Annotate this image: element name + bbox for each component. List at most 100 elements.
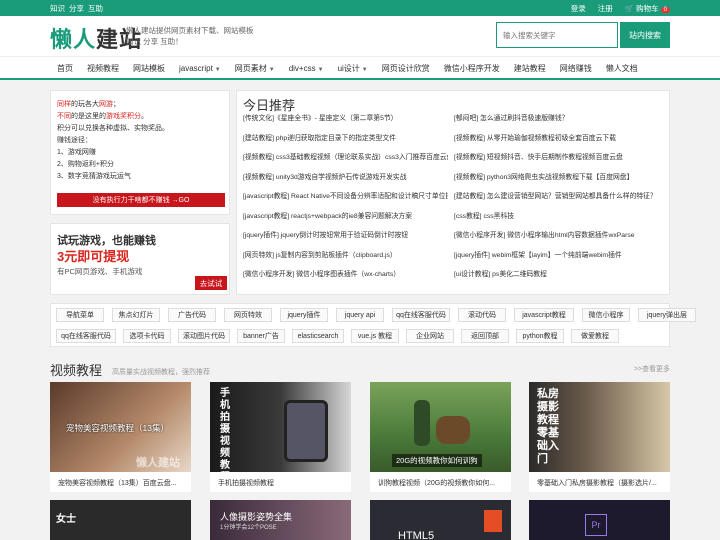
article-link[interactable]: [javascript教程] React Native不同设备分辨率适配和设计稿…	[243, 190, 448, 200]
nav-item[interactable]: 微信小程序开发	[437, 63, 507, 74]
tag-link[interactable]: vue.js 教程	[351, 329, 399, 343]
video-card[interactable]: 女士	[50, 500, 191, 540]
video-card[interactable]: 手机拍摄视频教程 手机拍摄视频教程	[210, 382, 351, 492]
promo-go-button[interactable]: 没有执行力干啥都不赚钱 →GO	[57, 193, 225, 207]
section-subtitle: 高质量实战视频教程，强烈推荐	[112, 369, 210, 376]
section-more-link[interactable]: >>查看更多	[634, 364, 670, 374]
nav-item-label: 微信小程序开发	[443, 63, 500, 73]
nav-item[interactable]: 懒人文档	[599, 63, 645, 74]
tag-link[interactable]: 焦点幻灯片	[112, 308, 160, 322]
video-caption: 训狗教程视频（20G的视频教你如何...	[378, 480, 496, 487]
phone-shape	[284, 400, 328, 462]
article-link[interactable]: [javascript教程] reactjs+webpack的ie8兼容问题解决…	[243, 210, 448, 220]
video-card[interactable]: HTML5	[370, 500, 511, 540]
premiere-icon: Pr	[585, 514, 607, 536]
tag-link[interactable]: 滚动图片代码	[178, 329, 230, 343]
tag-link[interactable]: 微信小程序	[582, 308, 630, 322]
video-caption: 宠物美容视频教程（13集）百度云盘...	[58, 480, 177, 487]
article-link[interactable]: [传统文化]《星座全书》- 星座定义（第二章第5节）	[243, 112, 448, 122]
nav-item[interactable]: div+css ▼	[282, 64, 331, 73]
article-link[interactable]: [微信小程序开发] 微信小程序输出html内容数据插件wxParse	[454, 229, 659, 239]
video-card[interactable]: 20G的视频教你如何训狗 训狗教程视频（20G的视频教你如何...	[370, 382, 511, 492]
thumb-text: 私房摄影教程零基础入门	[537, 388, 559, 465]
tag-link[interactable]: jquery插件	[280, 308, 328, 322]
article-link[interactable]: [视频教程] 短视频抖音、快手后期制作教程视频百度云盘	[454, 151, 659, 161]
article-link[interactable]: [视频教程] python3网络爬虫实战视频教程下载【百度网盘】	[454, 171, 659, 181]
article-link[interactable]: [jquery插件] webim框架【layim】一个纯前端webim插件	[454, 249, 659, 259]
site-header: 懒人建站 懒人建站提供网页素材下载、网站模板 知识 分享 互助！ 站内搜索	[0, 16, 720, 56]
tag-link[interactable]: 选项卡代码	[123, 329, 171, 343]
article-link[interactable]: [建站教程] 怎么建设营销型网站？营销型网站都具备什么样的特征？	[454, 190, 659, 200]
nav-item-label: 视频教程	[87, 63, 119, 73]
video-card[interactable]: 宠物美容视频教程（13集） 懒人建站 宠物美容视频教程（13集）百度云盘...	[50, 382, 191, 492]
tag-link[interactable]: qq在线客服代码	[56, 329, 116, 343]
tag-link[interactable]: 企业网站	[406, 329, 454, 343]
video-thumbnail: 宠物美容视频教程（13集） 懒人建站	[50, 382, 191, 472]
article-link[interactable]: [建站教程] php递归获取指定目录下的指定类型文件	[243, 132, 448, 142]
nav-item[interactable]: 视频教程	[80, 63, 126, 74]
promo-text: 游戏奖积分	[106, 113, 141, 120]
article-link[interactable]: [jquery插件] jquery倒计时按钮常用于验证码倒计时按钮	[243, 229, 448, 239]
promo-game-points: 同样的玩各大网游； 不同的是这里的游戏奖积分。 积分可以兑换各种虚拟、实物奖品。…	[50, 90, 230, 215]
video-card[interactable]: 私房摄影教程零基础入门 零基础入门私房摄影教程（摄影选片/...	[529, 382, 670, 492]
topbar-word: 互助	[88, 4, 103, 13]
video-thumbnail: 手机拍摄视频教程	[210, 382, 351, 472]
tag-link[interactable]: 做爱教程	[571, 329, 619, 343]
tag-link[interactable]: python教程	[516, 329, 564, 343]
nav-item[interactable]: 网页素材 ▼	[228, 63, 282, 74]
thumb-text: 20G的视频教你如何训狗	[392, 454, 482, 467]
nav-item[interactable]: 网络赚钱	[553, 63, 599, 74]
tag-link[interactable]: 广告代码	[168, 308, 216, 322]
tag-link[interactable]: javascript教程	[514, 308, 574, 322]
nav-item-label: 建站教程	[513, 63, 546, 73]
html5-shield-icon	[484, 510, 502, 532]
article-link[interactable]: [css教程] css黑科技	[454, 210, 659, 220]
search-button[interactable]: 站内搜索	[620, 22, 670, 48]
nav-item-label: 网页素材	[234, 63, 267, 73]
nav-item-label: div+css	[288, 63, 316, 73]
nav-item[interactable]: 建站教程	[507, 63, 553, 74]
tag-link[interactable]: 网页特效	[224, 308, 272, 322]
search-input[interactable]	[497, 23, 617, 47]
tag-link[interactable]: elasticsearch	[292, 329, 344, 343]
cart-label: 购物车	[636, 4, 659, 13]
nav-item[interactable]: 网页设计欣赏	[375, 63, 437, 74]
video-card[interactable]: Pr	[529, 500, 670, 540]
watermark-text: 懒人建站	[136, 457, 180, 469]
register-link[interactable]: 注册	[598, 3, 613, 14]
logo-text-a: 懒人	[50, 27, 97, 52]
tag-link[interactable]: banner广告	[237, 329, 285, 343]
nav-item[interactable]: ui设计 ▼	[331, 63, 375, 74]
tag-link[interactable]: 返回顶部	[461, 329, 509, 343]
video-card[interactable]: 人像摄影姿势全集 1分钟学会12个POSE	[210, 500, 351, 540]
tag-link[interactable]: qq在线客服代码	[392, 308, 450, 322]
tag-link[interactable]: jquery api	[336, 308, 384, 322]
article-link[interactable]: [微信小程序开发] 微信小程序图表插件（wx-charts）	[243, 268, 448, 278]
article-link[interactable]: [ui设计教程] ps美化二维码教程	[454, 268, 659, 278]
article-link[interactable]: [郁闷吧] 怎么通过刷抖音极速版赚钱？	[454, 112, 659, 122]
article-link[interactable]: [视频教程] css3基础教程视频（理论联系实战）css3入门推荐百度云盘	[243, 151, 448, 161]
thumb-subtext: 1分钟学会12个POSE	[220, 525, 277, 531]
promo-text: 积分可以兑换各种虚拟、实物奖品。	[57, 125, 169, 132]
nav-item[interactable]: 网站模板	[126, 63, 172, 74]
promo-text: ；	[113, 101, 120, 108]
article-link[interactable]: [视频教程] unity3d游戏自学视频炉石传说游戏开发实战	[243, 171, 448, 181]
article-link[interactable]: [网页特效] js复制内容到剪贴板插件（clipboard.js）	[243, 249, 448, 259]
cart-count-badge: 0	[660, 7, 670, 13]
topbar-word: 分享	[69, 4, 84, 13]
promo-try-games: 试玩游戏，也能赚钱 3元即可提现 有PC网页游戏、手机游戏 去试试	[50, 223, 230, 295]
promo-step: 3、数字竞猜游戏玩运气	[57, 173, 131, 180]
soldier-shape	[414, 400, 430, 446]
tag-link[interactable]: 滚动代码	[458, 308, 506, 322]
cart-link[interactable]: 🛒 购物车 0	[625, 3, 670, 14]
tag-link[interactable]: 导航菜单	[56, 308, 104, 322]
promo-text: 同样	[57, 101, 71, 108]
nav-item[interactable]: 首页	[50, 63, 80, 74]
tag-link[interactable]: jquery弹出层	[638, 308, 696, 322]
try-button[interactable]: 去试试	[195, 276, 227, 290]
chevron-down-icon: ▼	[214, 66, 221, 73]
nav-item[interactable]: javascript ▼	[172, 64, 228, 73]
article-link[interactable]: [视频教程] 从零开始瑜伽视频教程初级全套百度云下载	[454, 132, 659, 142]
login-link[interactable]: 登录	[571, 3, 586, 14]
thumb-text: 宠物美容视频教程（13集）	[66, 423, 169, 433]
